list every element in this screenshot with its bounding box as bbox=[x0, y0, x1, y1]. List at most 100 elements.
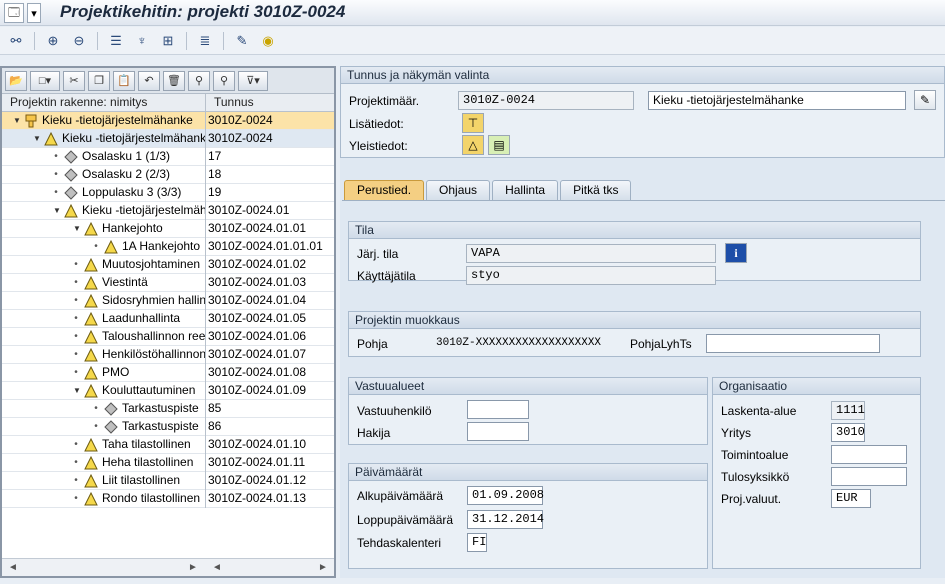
new-icon[interactable]: □▾ bbox=[30, 70, 60, 91]
tree-cell-name[interactable]: • Viestintä bbox=[2, 274, 206, 292]
vastuuhenkilo-field[interactable] bbox=[467, 400, 529, 419]
tree-row[interactable]: • Laadunhallinta 3010Z-0024.01.05 bbox=[2, 310, 334, 328]
yritys-field[interactable]: 3010 bbox=[831, 423, 865, 442]
tree-cell-code[interactable]: 3010Z-0024.01.10 bbox=[206, 436, 334, 454]
sap-menu-icon[interactable]: 🗔 bbox=[4, 3, 24, 23]
tree-row[interactable]: • Henkilöstöhallinnon 3010Z-0024.01.07 bbox=[2, 346, 334, 364]
tree-row[interactable]: ▼ Kouluttautuminen 3010Z-0024.01.09 bbox=[2, 382, 334, 400]
alkupaivamaara-field[interactable]: 01.09.2008 bbox=[467, 486, 544, 505]
edit-icon[interactable]: ✎ bbox=[914, 90, 936, 110]
tree-row[interactable]: • Loppulasku 3 (3/3) 19 bbox=[2, 184, 334, 202]
tree-cell-code[interactable]: 3010Z-0024.01.11 bbox=[206, 454, 334, 472]
tree-cell-code[interactable]: 3010Z-0024.01.01.01 bbox=[206, 238, 334, 256]
binoculars-next-icon[interactable]: ⚲ bbox=[213, 70, 235, 91]
pohjalyhts-field[interactable] bbox=[706, 334, 880, 353]
expand-arrow-icon[interactable]: ▼ bbox=[32, 130, 42, 147]
tree-cell-name[interactable]: • Tarkastuspiste bbox=[2, 400, 206, 418]
tree-cell-code[interactable]: 3010Z-0024.01.08 bbox=[206, 364, 334, 382]
tree-horizontal-scrollbar[interactable]: ◄ ► ◄ ► bbox=[2, 558, 334, 576]
tree-cell-name[interactable]: • Osalasku 2 (2/3) bbox=[2, 166, 206, 184]
tree-cell-name[interactable]: • Osalasku 1 (1/3) bbox=[2, 148, 206, 166]
tree-cell-name[interactable]: • Muutosjohtaminen bbox=[2, 256, 206, 274]
wbs-view-icon[interactable]: △ bbox=[462, 135, 484, 155]
tree-row[interactable]: • Tarkastuspiste 85 bbox=[2, 400, 334, 418]
scroll-right-icon[interactable]: ► bbox=[188, 562, 198, 573]
tree-row[interactable]: ▼ Hankejohto 3010Z-0024.01.01 bbox=[2, 220, 334, 238]
tree-row[interactable]: • Viestintä 3010Z-0024.01.03 bbox=[2, 274, 334, 292]
tree-cell-code[interactable]: 3010Z-0024.01.06 bbox=[206, 328, 334, 346]
filter-icon[interactable]: ⊽▾ bbox=[238, 70, 268, 91]
tree-row[interactable]: • Muutosjohtaminen 3010Z-0024.01.02 bbox=[2, 256, 334, 274]
tree-cell-name[interactable]: ▼ Kieku -tietojärjestelmähanke bbox=[2, 112, 206, 130]
column-header-nimitys[interactable]: Projektin rakenne: nimitys bbox=[2, 94, 206, 112]
column-header-tunnus[interactable]: Tunnus bbox=[206, 94, 334, 112]
glasses-icon[interactable]: ⚯ bbox=[6, 31, 26, 51]
tree-row[interactable]: • Rondo tilastollinen 3010Z-0024.01.13 bbox=[2, 490, 334, 508]
tree-row[interactable]: ▼ Kieku -tietojärjestelmähanke 3010Z-0024 bbox=[2, 112, 334, 131]
scroll-left-icon[interactable]: ◄ bbox=[212, 562, 222, 573]
tree-cell-name[interactable]: ▼ Kouluttautuminen bbox=[2, 382, 206, 400]
tree-cell-code[interactable]: 86 bbox=[206, 418, 334, 436]
scroll-right-icon[interactable]: ► bbox=[318, 562, 328, 573]
project-def-field[interactable]: 3010Z-0024 bbox=[458, 91, 634, 110]
binoculars-icon[interactable]: ⚲ bbox=[188, 70, 210, 91]
tree-cell-code[interactable]: 3010Z-0024.01.09 bbox=[206, 382, 334, 400]
project-view-icon[interactable]: ⊤ bbox=[462, 113, 484, 133]
tree-row[interactable]: • Osalasku 2 (2/3) 18 bbox=[2, 166, 334, 184]
tree-cell-code[interactable]: 3010Z-0024 bbox=[206, 112, 334, 130]
loppupaivamaara-field[interactable]: 31.12.2014 bbox=[467, 510, 544, 529]
tree-cell-name[interactable]: • Tarkastuspiste bbox=[2, 418, 206, 436]
tree-cell-code[interactable]: 85 bbox=[206, 400, 334, 418]
tab-hallinta[interactable]: Hallinta bbox=[492, 180, 559, 200]
expand-arrow-icon[interactable]: ▼ bbox=[72, 382, 82, 399]
expand-arrow-icon[interactable]: ▼ bbox=[52, 202, 62, 219]
tree-row[interactable]: • PMO 3010Z-0024.01.08 bbox=[2, 364, 334, 382]
tree-row[interactable]: ▼ Kieku -tietojärjestelmähanke 3010Z-0024 bbox=[2, 130, 334, 148]
edit-table-icon[interactable]: ✎ bbox=[232, 31, 252, 51]
delete-icon[interactable]: 🗑 bbox=[163, 70, 185, 91]
tree-cell-code[interactable]: 3010Z-0024.01.13 bbox=[206, 490, 334, 508]
tree-cell-code[interactable]: 3010Z-0024.01.01 bbox=[206, 220, 334, 238]
tree-cell-name[interactable]: • Laadunhallinta bbox=[2, 310, 206, 328]
tree-row[interactable]: • Taha tilastollinen 3010Z-0024.01.10 bbox=[2, 436, 334, 454]
tree-row[interactable]: • Osalasku 1 (1/3) 17 bbox=[2, 148, 334, 166]
tab-perustied[interactable]: Perustied. bbox=[344, 180, 425, 200]
tree-cell-name[interactable]: • Sidosryhmien hallinta bbox=[2, 292, 206, 310]
open-folder-icon[interactable]: 📂 bbox=[5, 70, 27, 91]
tab-pitka-tks[interactable]: Pitkä tks bbox=[560, 180, 632, 200]
tree-row[interactable]: ▼ Kieku -tietojärjestelmähanke3010Z-0024.… bbox=[2, 202, 334, 220]
hakija-field[interactable] bbox=[467, 422, 529, 441]
tree-row[interactable]: • 1A Hankejohto 3010Z-0024.01.01.01 bbox=[2, 238, 334, 256]
tree-cell-code[interactable]: 3010Z-0024.01.07 bbox=[206, 346, 334, 364]
tree-row[interactable]: • Liit tilastollinen 3010Z-0024.01.12 bbox=[2, 472, 334, 490]
tree-cell-code[interactable]: 17 bbox=[206, 148, 334, 166]
customize-icon[interactable]: ▾ bbox=[27, 3, 41, 23]
cycle-icon[interactable]: ◉ bbox=[258, 31, 278, 51]
tree-cell-name[interactable]: • Henkilöstöhallinnon bbox=[2, 346, 206, 364]
tehdaskalenteri-field[interactable]: FI bbox=[467, 533, 487, 552]
structure-icon[interactable]: ♆ bbox=[132, 31, 152, 51]
tree-cell-name[interactable]: • 1A Hankejohto bbox=[2, 238, 206, 256]
node-expand-icon[interactable]: ⊕ bbox=[43, 31, 63, 51]
tulosyksikko-field[interactable] bbox=[831, 467, 907, 486]
tree-cell-code[interactable]: 3010Z-0024.01 bbox=[206, 202, 334, 220]
scroll-left-icon[interactable]: ◄ bbox=[8, 562, 18, 573]
tree-cell-code[interactable]: 18 bbox=[206, 166, 334, 184]
tree-cell-name[interactable]: • Rondo tilastollinen bbox=[2, 490, 206, 508]
cut-icon[interactable]: ✂ bbox=[63, 70, 85, 91]
tree-cell-name[interactable]: • Liit tilastollinen bbox=[2, 472, 206, 490]
tree-cell-name[interactable]: ▼ Kieku -tietojärjestelmähanke bbox=[2, 202, 206, 220]
kayttajatila-field[interactable]: styo bbox=[466, 266, 716, 285]
tree-cell-code[interactable]: 3010Z-0024.01.05 bbox=[206, 310, 334, 328]
network-icon[interactable]: ⊞ bbox=[158, 31, 178, 51]
tree-cell-name[interactable]: • Taloushallinnon reengineering bbox=[2, 328, 206, 346]
tree-cell-name[interactable]: • Loppulasku 3 (3/3) bbox=[2, 184, 206, 202]
expand-arrow-icon[interactable]: ▼ bbox=[72, 220, 82, 237]
undo-icon[interactable]: ↶ bbox=[138, 70, 160, 91]
toimintoalue-field[interactable] bbox=[831, 445, 907, 464]
jarj-tila-field[interactable]: VAPA bbox=[466, 244, 716, 263]
node-collapse-icon[interactable]: ⊖ bbox=[69, 31, 89, 51]
tree-row[interactable]: • Tarkastuspiste 86 bbox=[2, 418, 334, 436]
tree-cell-name[interactable]: ▼ Hankejohto bbox=[2, 220, 206, 238]
tree-cell-name[interactable]: • Heha tilastollinen bbox=[2, 454, 206, 472]
